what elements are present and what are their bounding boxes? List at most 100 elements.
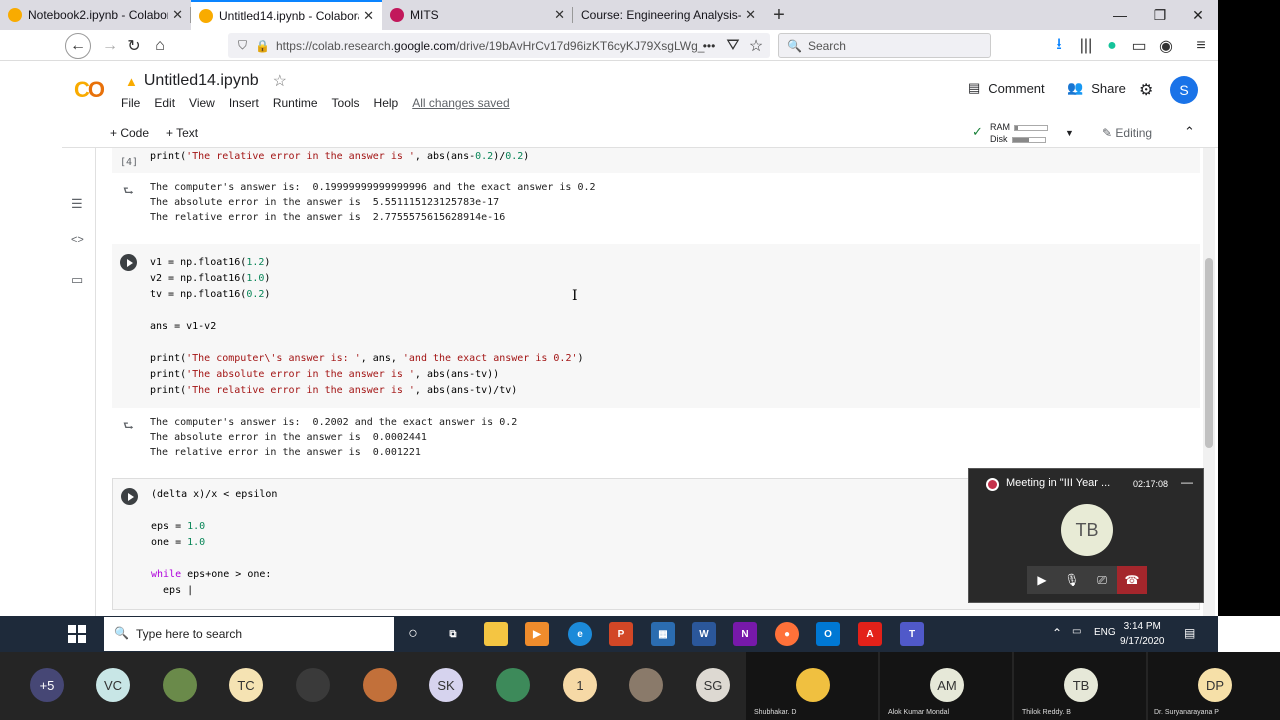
close-window-button[interactable]: ✕ — [1178, 0, 1218, 30]
menu-edit[interactable]: Edit — [154, 96, 175, 110]
browser-tab-notebook2[interactable]: Notebook2.ipynb - Colaboratory ✕ — [0, 0, 191, 30]
code-line[interactable]: ans = v1-v2 — [150, 319, 216, 335]
home-icon[interactable]: ⌂ — [147, 33, 173, 59]
search-input[interactable]: 🔍 Search — [778, 33, 991, 58]
participant-avatar[interactable]: TC — [229, 668, 263, 702]
forward-arrow-icon[interactable]: → — [97, 33, 123, 59]
close-tab-icon[interactable]: ✕ — [172, 7, 183, 23]
taskbar-search-input[interactable]: 🔍 Type here to search — [104, 617, 394, 651]
participant-avatar[interactable] — [363, 668, 397, 702]
show-hidden-icons[interactable]: ⌃ — [1052, 626, 1062, 640]
code-line[interactable]: one = 1.0 — [151, 535, 205, 551]
participant-tile[interactable]: Shubhakar. D — [746, 652, 878, 720]
participant-avatar[interactable]: SG — [696, 668, 730, 702]
output-clear-icon[interactable]: ⮑ — [123, 417, 134, 438]
teams-icon[interactable]: T — [900, 622, 924, 646]
scrollbar-thumb[interactable] — [1205, 258, 1213, 448]
close-tab-icon[interactable]: ✕ — [745, 7, 756, 23]
menu-icon[interactable]: ≡ — [1188, 33, 1214, 59]
cortana-icon[interactable]: ○ — [401, 622, 425, 646]
close-tab-icon[interactable]: ✕ — [363, 8, 374, 24]
microphone-icon[interactable]: 🎙 — [1057, 566, 1087, 594]
teams-meeting-popup[interactable]: Meeting in "III Year ... 02:17:08 — TB ▶… — [968, 468, 1204, 603]
code-line[interactable]: print('The relative error in the answer … — [150, 149, 529, 165]
collapse-header-icon[interactable]: ⌃ — [1184, 124, 1195, 140]
language-indicator[interactable]: ENG — [1094, 627, 1116, 638]
menu-runtime[interactable]: Runtime — [273, 96, 318, 110]
participant-avatar[interactable] — [629, 668, 663, 702]
code-snippets-icon[interactable]: <> — [71, 234, 84, 246]
colab-logo-icon[interactable]: CO — [74, 77, 105, 103]
media-player-icon[interactable]: ▶ — [525, 622, 549, 646]
files-folder-icon[interactable]: ▭ — [71, 272, 83, 288]
participant-avatar[interactable]: 1 — [563, 668, 597, 702]
participant-tile[interactable]: AM Alok Kumar Mondal — [880, 652, 1012, 720]
code-line[interactable]: (delta x)/x < epsilon — [151, 487, 277, 503]
windows-start-icon[interactable] — [68, 625, 86, 643]
powerpoint-icon[interactable]: P — [609, 622, 633, 646]
code-cell[interactable]: [4] print('The relative error in the ans… — [112, 148, 1200, 173]
code-line[interactable]: print('The absolute error in the answer … — [150, 367, 499, 383]
menu-tools[interactable]: Tools — [332, 96, 360, 110]
overflow-participants[interactable]: +5 — [30, 668, 64, 702]
editing-mode-button[interactable]: ✎ Editing — [1102, 126, 1152, 140]
menu-view[interactable]: View — [189, 96, 215, 110]
acrobat-icon[interactable]: A — [858, 622, 882, 646]
firefox-icon[interactable]: ● — [775, 622, 799, 646]
browser-tab-untitled14[interactable]: Untitled14.ipynb - Colaboratory ✕ — [191, 0, 382, 30]
reload-icon[interactable]: ↻ — [121, 33, 147, 59]
participant-avatar[interactable]: VC — [96, 668, 130, 702]
share-screen-icon[interactable]: ⎚ — [1087, 566, 1117, 594]
grammarly-icon[interactable]: ● — [1099, 33, 1125, 59]
run-cell-button[interactable] — [121, 488, 138, 505]
task-view-icon[interactable]: ⧉ — [441, 622, 465, 646]
download-icon[interactable]: ⭳ — [1046, 33, 1072, 59]
back-arrow-icon[interactable]: ← — [65, 33, 91, 59]
account-icon[interactable]: ◉ — [1153, 33, 1179, 59]
user-avatar[interactable]: S — [1170, 76, 1198, 104]
word-icon[interactable]: W — [692, 622, 716, 646]
browser-tab-course[interactable]: Course: Engineering Analysis-C ✕ — [573, 0, 764, 30]
onenote-icon[interactable]: N — [733, 622, 757, 646]
url-bar[interactable]: ⛉ 🔒 https://colab.research. google.com/dr… — [228, 33, 770, 58]
code-line[interactable]: v2 = np.float16(1.0) — [150, 271, 270, 287]
table-of-contents-icon[interactable]: ☰ — [71, 196, 83, 212]
edge-browser-icon[interactable]: e — [568, 622, 592, 646]
participant-avatar[interactable] — [496, 668, 530, 702]
code-line[interactable]: tv = np.float16(0.2) — [150, 287, 270, 303]
maximize-button[interactable]: ❐ — [1140, 0, 1180, 30]
notebook-title[interactable]: Untitled14.ipynb — [144, 72, 259, 90]
menu-help[interactable]: Help — [374, 96, 399, 110]
file-explorer-icon[interactable] — [484, 622, 508, 646]
browser-tab-mits[interactable]: MITS ✕ — [382, 0, 573, 30]
camera-off-icon[interactable]: ▶ — [1027, 566, 1057, 594]
participant-avatar[interactable]: SK — [429, 668, 463, 702]
star-icon[interactable]: ☆ — [273, 71, 287, 91]
notifications-icon[interactable]: ▤ — [1184, 626, 1195, 640]
code-line[interactable]: eps | — [151, 583, 193, 599]
code-line[interactable]: v1 = np.float16(1.2) — [150, 255, 270, 271]
hang-up-icon[interactable]: ☎ — [1117, 566, 1147, 594]
add-text-button[interactable]: + Text — [166, 126, 198, 140]
library-icon[interactable]: ||| — [1073, 33, 1099, 59]
participant-avatar[interactable] — [163, 668, 197, 702]
minimize-meeting-icon[interactable]: — — [1181, 475, 1193, 489]
bookmark-star-icon[interactable]: ☆ — [743, 33, 769, 59]
save-status-link[interactable]: All changes saved — [412, 96, 509, 110]
system-clock[interactable]: 3:14 PM 9/17/2020 — [1120, 619, 1165, 649]
code-cell[interactable]: v1 = np.float16(1.2) v2 = np.float16(1.0… — [112, 244, 1200, 408]
resources-dropdown-icon[interactable]: ▼ — [1065, 128, 1074, 138]
code-line[interactable]: while eps+one > one: — [151, 567, 271, 583]
resource-monitor[interactable]: RAM Disk — [990, 121, 1048, 145]
more-actions-icon[interactable]: ••• — [696, 33, 722, 59]
notebook-scrollbar[interactable] — [1203, 148, 1215, 616]
menu-file[interactable]: File — [121, 96, 140, 110]
sidebar-icon[interactable]: ▭ — [1126, 33, 1152, 59]
menu-insert[interactable]: Insert — [229, 96, 259, 110]
participant-avatar[interactable] — [296, 668, 330, 702]
settings-gear-icon[interactable]: ⚙ — [1139, 80, 1153, 100]
comment-button[interactable]: ▤ Comment — [968, 80, 1045, 96]
minimize-button[interactable]: — — [1100, 0, 1140, 30]
outlook-icon[interactable]: O — [816, 622, 840, 646]
close-tab-icon[interactable]: ✕ — [554, 7, 565, 23]
